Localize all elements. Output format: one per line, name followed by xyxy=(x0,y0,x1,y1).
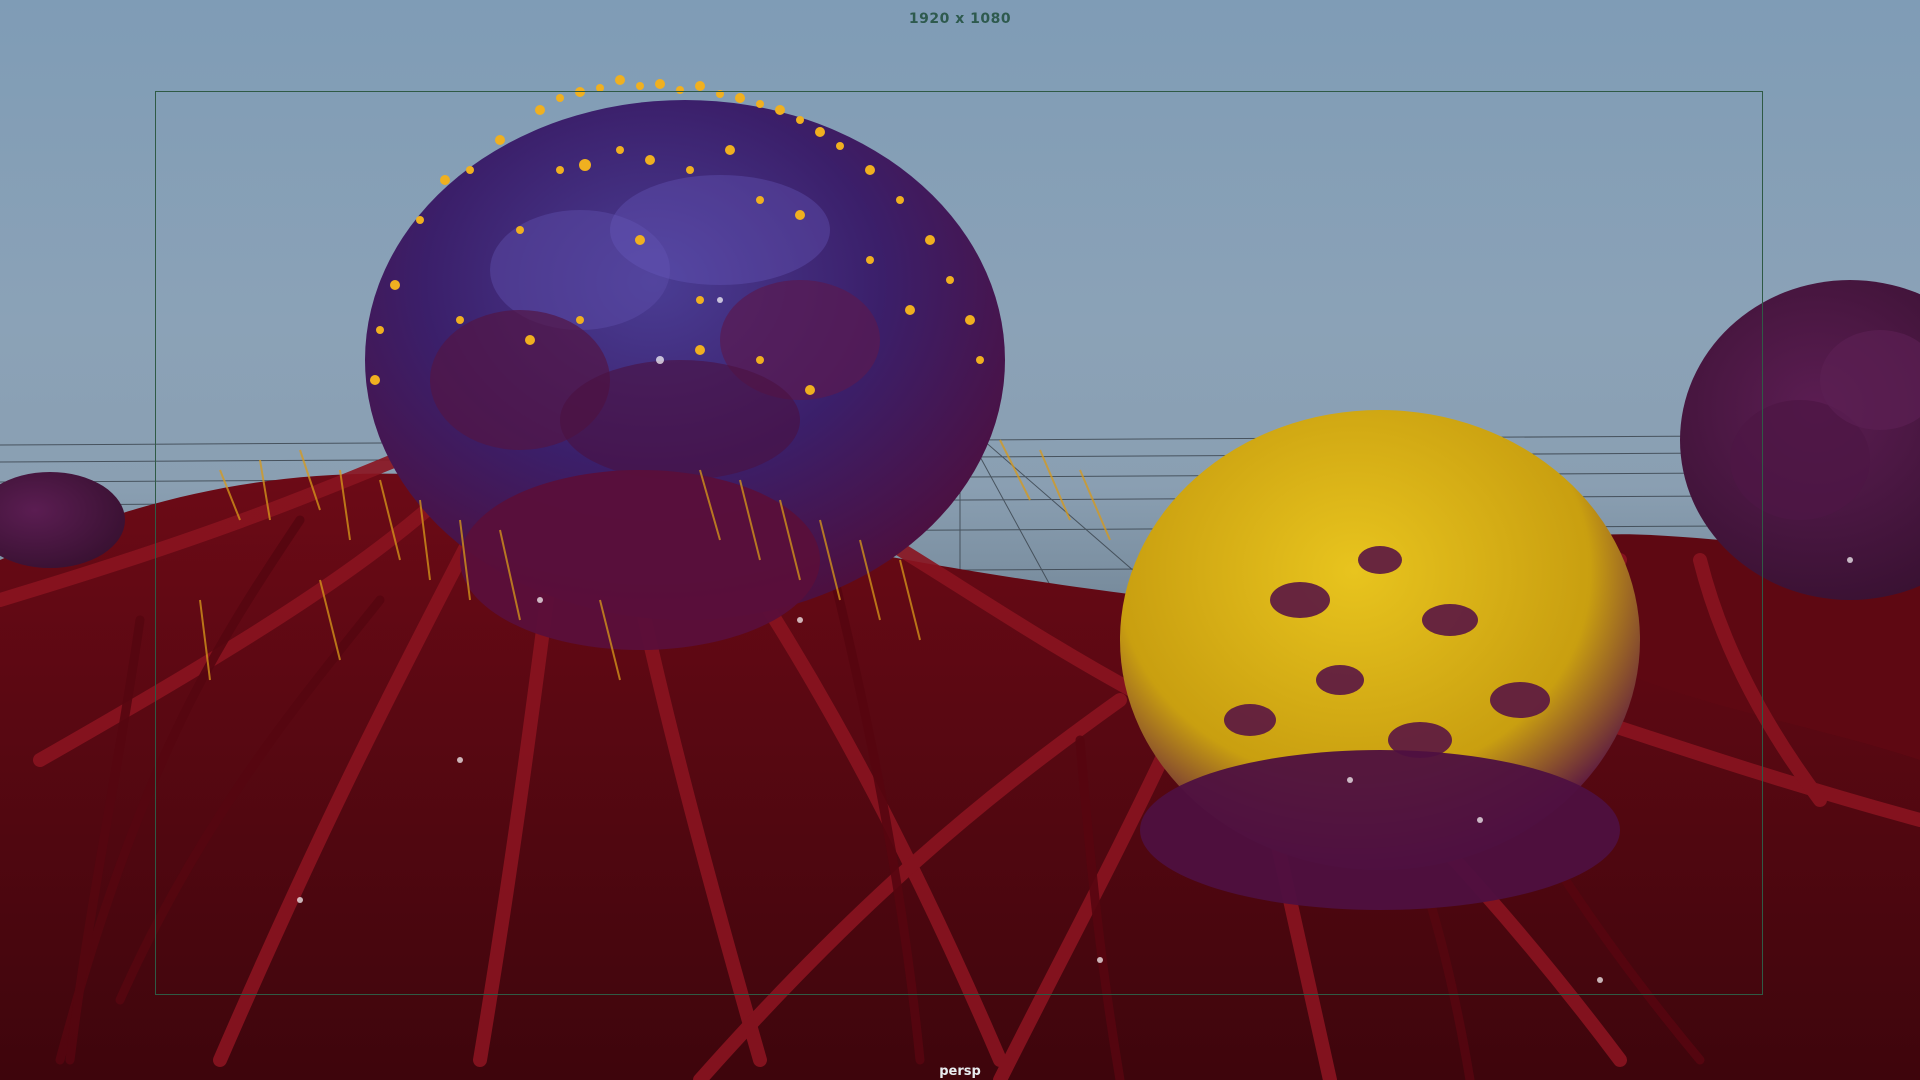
scene-render[interactable] xyxy=(0,0,1920,1080)
resolution-label: 1920 x 1080 xyxy=(908,11,1012,27)
yellow-tumor xyxy=(1120,410,1640,910)
camera-name-label: persp xyxy=(939,1064,981,1079)
maya-perspective-viewport[interactable]: 1920 x 1080 persp xyxy=(0,0,1920,1080)
